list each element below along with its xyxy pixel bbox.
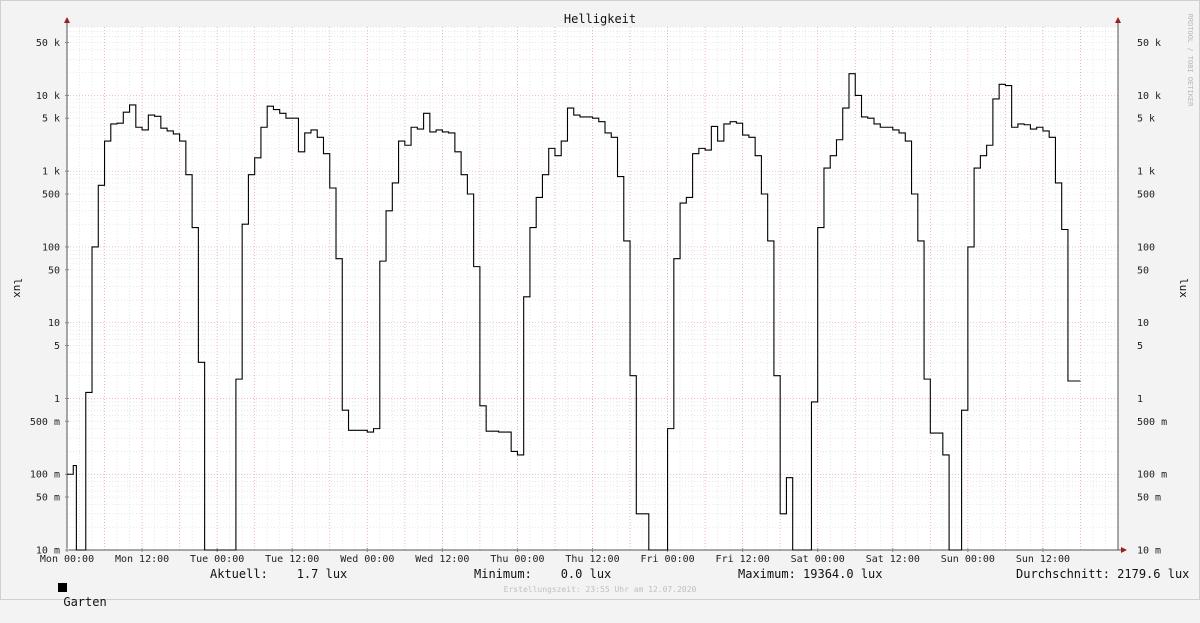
brightness-chart: 10 m 50 m 100 m 500 m 1 5 10 50 100 500 1 k 5 k 10 k… xyxy=(0,0,1200,600)
chart-window: 10 m 50 m 100 m 500 m 1 5 10 50 100 500 1 k 5 k 10 k… xyxy=(0,0,1200,609)
x-tick-label: Wed 12:00 xyxy=(415,554,469,565)
stat-average: Durchschnitt: 2179.6 lux xyxy=(1016,567,1190,581)
x-tick-label: Sat 00:00 xyxy=(791,554,845,565)
x-tick-label: Thu 00:00 xyxy=(490,554,544,565)
y-tick-label-right: 100 xyxy=(1137,242,1155,253)
y-tick-label: 500 xyxy=(42,189,60,200)
y-tick-label: 10 xyxy=(48,318,60,329)
y-tick-label: 500 m xyxy=(30,417,60,428)
chart-title: Helligkeit xyxy=(564,12,636,26)
y-tick-label: 50 k xyxy=(36,38,60,49)
y-tick-label: 5 xyxy=(54,341,60,352)
y-axis-arrow-right xyxy=(1115,17,1121,23)
y-tick-label: 100 m xyxy=(30,470,60,481)
x-tick-labels: Mon 00:00 Mon 12:00 Tue 00:00 Tue 12:00 Wed … xyxy=(40,554,1070,565)
x-axis-arrow xyxy=(1121,547,1127,553)
y-tick-label-right: 50 m xyxy=(1137,493,1161,504)
y-tick-label-right: 50 xyxy=(1137,265,1149,276)
y-tick-label: 50 xyxy=(48,265,60,276)
watermark: RRDTOOL / TOBI OETIKER xyxy=(1186,14,1194,108)
y-tick-label: 50 m xyxy=(36,493,60,504)
y-tick-label: 1 xyxy=(54,394,60,405)
stat-maximum: Maximum: 19364.0 lux xyxy=(738,567,883,581)
x-tick-label: Sat 12:00 xyxy=(866,554,920,565)
y-tick-label: 5 k xyxy=(42,114,60,125)
y-tick-label-right: 50 k xyxy=(1137,38,1161,49)
legend-series-label: Garten xyxy=(63,595,107,609)
y-tick-label: 10 k xyxy=(36,91,60,102)
x-tick-label: Sun 00:00 xyxy=(941,554,995,565)
footer-timestamp: Erstellungszeit: 23:55 Uhr am 12.07.2020 xyxy=(504,585,697,594)
legend-swatch xyxy=(58,583,68,592)
y-tick-label-right: 10 m xyxy=(1137,546,1161,557)
y-tick-label-right: 10 xyxy=(1137,318,1149,329)
y-tick-labels-right: 10 m 50 m 100 m 500 m 1 5 10 50 100 500 1 k 5 k 10 k… xyxy=(1137,38,1167,557)
y-tick-label-right: 100 m xyxy=(1137,470,1167,481)
x-tick-label: Tue 00:00 xyxy=(190,554,244,565)
legend: Garten Aktuell: 1.7 lux Minimum: 0.0 lux… xyxy=(0,567,1200,609)
y-tick-label-right: 500 m xyxy=(1137,417,1167,428)
y-tick-label: 1 k xyxy=(42,167,60,178)
stat-current: Aktuell: 1.7 lux xyxy=(210,567,348,581)
x-tick-label: Sun 12:00 xyxy=(1016,554,1070,565)
y-tick-label-right: 5 k xyxy=(1137,114,1155,125)
x-tick-label: Mon 00:00 xyxy=(40,554,94,565)
y-tick-label: 100 xyxy=(42,242,60,253)
y-tick-label-right: 1 xyxy=(1137,394,1143,405)
legend-item-garten: Garten xyxy=(15,567,107,623)
y-tick-label-right: 5 xyxy=(1137,341,1143,352)
y-axis-label-left: lux xyxy=(11,278,24,298)
y-tick-label-right: 10 k xyxy=(1137,91,1161,102)
stat-minimum: Minimum: 0.0 lux xyxy=(474,567,612,581)
x-tick-label: Tue 12:00 xyxy=(265,554,319,565)
x-tick-label: Wed 00:00 xyxy=(340,554,394,565)
y-tick-label-right: 1 k xyxy=(1137,167,1155,178)
x-tick-label: Fri 00:00 xyxy=(640,554,694,565)
y-tick-label-right: 500 xyxy=(1137,189,1155,200)
y-axis-label-right: lux xyxy=(1177,278,1190,298)
y-axis-arrow-left xyxy=(64,17,70,23)
x-tick-label: Thu 12:00 xyxy=(565,554,619,565)
x-tick-label: Mon 12:00 xyxy=(115,554,169,565)
y-tick-labels-left: 10 m50 m100 m500 m1510501005001 k5 k10 k… xyxy=(30,38,60,557)
x-tick-label: Fri 12:00 xyxy=(716,554,770,565)
